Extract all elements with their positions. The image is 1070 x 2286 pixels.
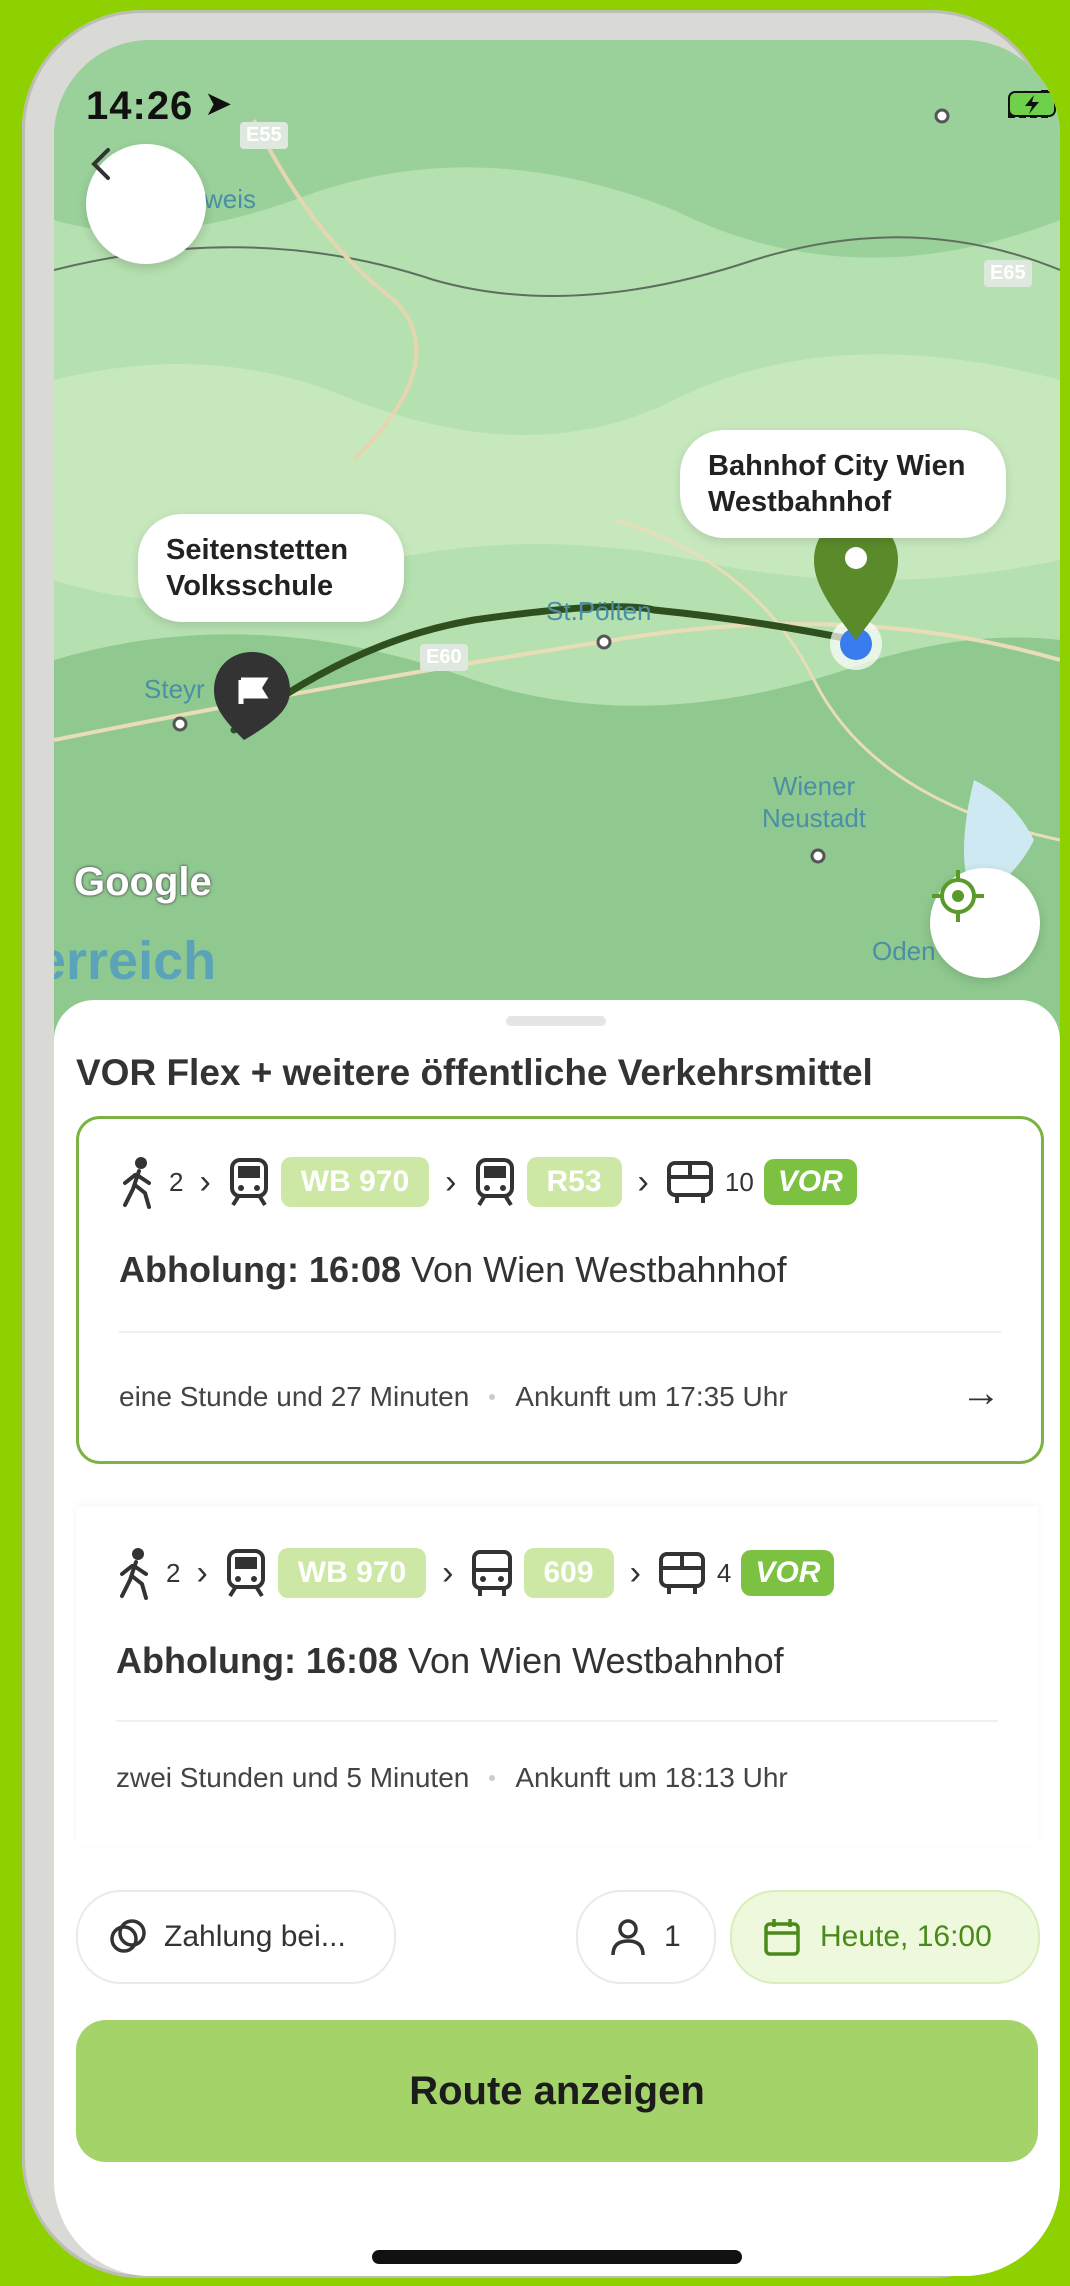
chevron-right-icon: › [199,1162,211,1201]
walk-minutes: 2 [169,1166,184,1197]
train-icon [226,1549,265,1598]
route-meta: zwei Stunden und 5 Minuten Ankunft um 18… [116,1762,788,1794]
pickup-info: Abholung: 16:08 Von Wien Westbahnhof [116,1640,784,1682]
pickup-time: Abholung: 16:08 [116,1640,399,1681]
separator-dot [489,1775,496,1781]
screen: 14:26 ➤ E55 E65 E60 weis St.Pölten Steyr… [54,40,1060,2276]
route-duration: eine Stunde und 27 Minuten [119,1381,470,1412]
passenger-selector[interactable]: 1 [576,1890,716,1984]
route-legs: 2 › WB 970 › 609 › 4 VOR [116,1546,835,1600]
destination-label: Bahnhof City Wien Westbahnhof [680,430,1006,538]
origin-label: Seitenstetten Volksschule [138,514,404,622]
divider [116,1720,998,1722]
line-chip: WB 970 [277,1548,427,1598]
locate-me-button[interactable] [930,868,1040,978]
payment-label: Zahlung bei... [164,1920,346,1953]
chevron-right-icon: › [196,1553,208,1592]
coins-icon [110,1919,146,1953]
map-label-wiener-neustadt: Wiener Neustadt [761,771,867,833]
route-legs: 2 › WB 970 › R53 › 10 VOR [119,1155,857,1209]
line-chip: 609 [523,1548,614,1598]
pickup-time: Abholung: 16:08 [119,1249,402,1290]
map-label-oden: Oden [872,936,936,966]
map-label-st-poelten: St.Pölten [546,596,652,626]
vor-flex-logo: VOR [763,1159,857,1205]
datetime-label: Heute, 16:00 [820,1920,992,1953]
sheet-handle[interactable] [506,1016,606,1026]
pickup-location: Von Wien Westbahnhof [408,1640,784,1681]
divider [119,1331,1001,1333]
walk-minutes: 2 [166,1557,181,1588]
chevron-right-icon: › [629,1553,641,1592]
calendar-icon [764,1919,800,1956]
show-route-button[interactable]: Route anzeigen [76,2020,1038,2162]
route-arrival: Ankunft um 18:13 Uhr [515,1762,788,1793]
flex-minutes: 10 [724,1166,754,1197]
map-label-weis: weis [204,184,257,214]
train-icon [475,1158,514,1207]
vor-flex-logo: VOR [741,1550,835,1596]
location-arrow-icon: ➤ [204,85,233,123]
route-card[interactable]: 2 › WB 970 › R53 › 10 VOR Abholung: 16:0… [76,1116,1044,1464]
road-label-e60: E60 [420,644,468,671]
datetime-selector[interactable]: Heute, 16:00 [730,1890,1040,1984]
status-bar: 14:26 ➤ [86,64,1060,128]
pickup-info: Abholung: 16:08 Von Wien Westbahnhof [119,1249,787,1291]
map-label-steyr: Steyr [144,674,205,704]
crosshair-icon [932,870,984,922]
payment-selector[interactable]: Zahlung bei... [76,1890,396,1984]
back-button[interactable] [86,144,206,264]
sheet-title: VOR Flex + weitere öffentliche Verkehrsm… [76,1052,873,1093]
chevron-right-icon: › [445,1162,457,1201]
train-icon [229,1158,268,1207]
separator-dot [489,1394,496,1400]
pickup-location: Von Wien Westbahnhof [411,1249,787,1290]
route-meta: eine Stunde und 27 Minuten Ankunft um 17… [119,1381,788,1413]
arrow-right-icon[interactable]: → [961,1371,1001,1416]
road-label-e65: E65 [984,260,1032,287]
road-label-e55: E55 [240,122,288,149]
chevron-right-icon: › [637,1162,649,1201]
chevron-right-icon: › [442,1553,454,1592]
route-duration: zwei Stunden und 5 Minuten [116,1762,470,1793]
flex-minutes: 4 [716,1557,732,1588]
battery-charging-icon [1008,91,1060,117]
minibus-icon [658,1552,705,1594]
walk-icon [123,1157,151,1209]
passenger-count: 1 [664,1920,681,1953]
person-icon [611,1919,645,1956]
home-indicator [372,2250,742,2264]
map-label-country: erreich [54,931,217,991]
line-chip: R53 [526,1157,622,1207]
chevron-left-icon [91,148,110,180]
walk-icon [120,1548,148,1600]
route-arrival: Ankunft um 17:35 Uhr [515,1381,788,1412]
status-time: 14:26 [86,84,194,128]
route-card[interactable]: 2 › WB 970 › 609 › 4 VOR Abholung: 16:08… [76,1506,1038,1846]
bus-icon [471,1550,512,1596]
map-view[interactable]: 14:26 ➤ E55 E65 E60 weis St.Pölten Steyr… [54,40,1060,1060]
google-logo: Google [74,860,212,904]
line-chip: WB 970 [280,1157,430,1207]
minibus-icon [666,1161,713,1203]
